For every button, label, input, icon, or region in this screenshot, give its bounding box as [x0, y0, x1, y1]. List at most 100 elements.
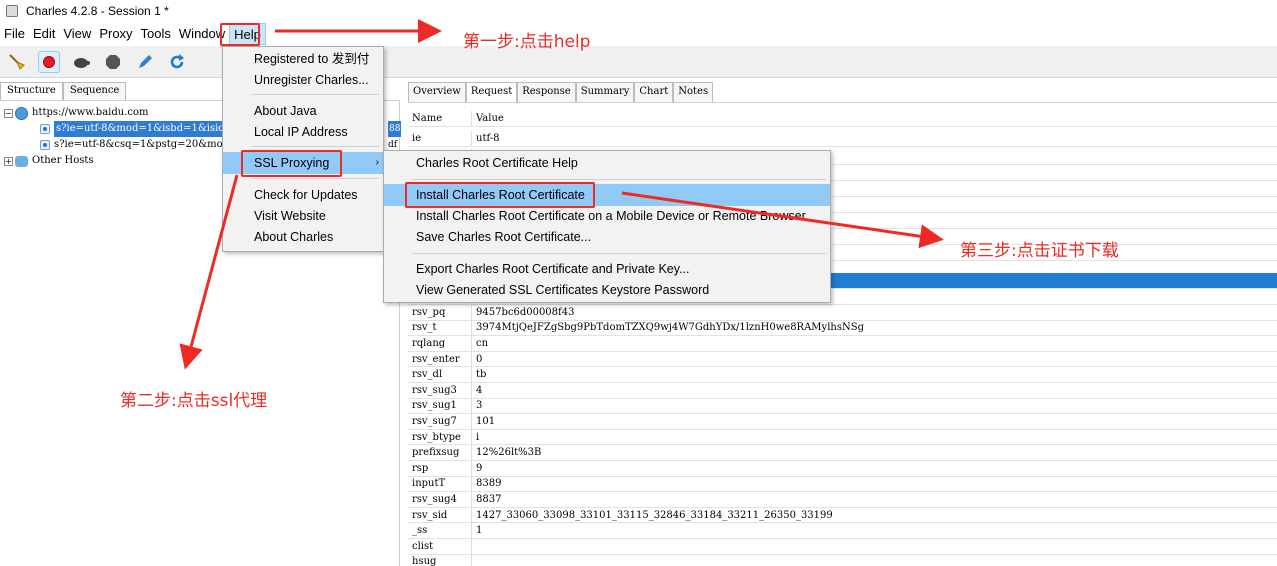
column-header-name[interactable]: Name: [408, 111, 472, 126]
tab-chart[interactable]: Chart: [634, 82, 674, 102]
request-label: s?ie=utf-8&csq=1&pstg=20&mod: [54, 139, 230, 150]
param-value: 101: [476, 415, 496, 427]
request-label: s?ie=utf-8&mod=1&isbd=1&isid: [54, 121, 227, 137]
pen-icon[interactable]: [134, 51, 156, 73]
stop-icon[interactable]: [102, 51, 124, 73]
title-bar: Charles 4.2.8 - Session 1 *: [0, 0, 1277, 22]
tree-host-row[interactable]: − https://www.baidu.com: [4, 105, 148, 121]
param-name: rsp: [408, 461, 472, 476]
menu-item-export-root-cert[interactable]: Export Charles Root Certificate and Priv…: [384, 258, 830, 280]
param-name: rsv_sid: [408, 507, 472, 523]
table-row[interactable]: hsug: [408, 554, 1277, 566]
table-row[interactable]: _ss 1: [408, 523, 1277, 539]
param-value: 8837: [476, 493, 502, 505]
param-value: i: [476, 431, 480, 443]
toolbar: [0, 46, 1277, 78]
tab-sequence[interactable]: Sequence: [62, 82, 127, 100]
param-name: rsv_t: [408, 320, 472, 336]
table-row[interactable]: rsv_t 3974MtjQeJFZgSbg9PbTdomTZXQ9wj4W7Gd…: [408, 320, 1277, 337]
table-row[interactable]: rsv_pq 9457bc6d00008f43: [408, 305, 1277, 321]
param-name: rsv_sug3: [408, 383, 472, 398]
right-tabs: Overview Request Response Summary Chart …: [408, 82, 1277, 102]
collapse-icon[interactable]: −: [4, 108, 13, 118]
param-value: 8389: [476, 478, 502, 490]
menu-item-view-keystore-password[interactable]: View Generated SSL Certificates Keystore…: [384, 279, 830, 301]
param-value: utf-8: [476, 132, 500, 144]
table-row[interactable]: rsp 9: [408, 461, 1277, 477]
menu-item-check-updates[interactable]: Check for Updates: [223, 184, 383, 206]
tree-other-hosts-row[interactable]: + Other Hosts: [4, 153, 94, 169]
menu-item-save-root-cert[interactable]: Save Charles Root Certificate...: [384, 226, 830, 248]
annotation-step3: 第三步:点击证书下载: [960, 241, 1119, 261]
table-row[interactable]: rsv_sug3 4: [408, 383, 1277, 399]
menu-view[interactable]: View: [59, 23, 95, 45]
column-header-value[interactable]: Value: [472, 113, 504, 124]
table-row[interactable]: rsv_btype i: [408, 429, 1277, 446]
menu-item-install-mobile-cert[interactable]: Install Charles Root Certificate on a Mo…: [384, 205, 830, 227]
refresh-icon[interactable]: [166, 51, 188, 73]
param-name: inputT: [408, 476, 472, 492]
annotation-box-install-cert: [405, 182, 595, 208]
table-row[interactable]: prefixsug 12%26lt%3B: [408, 445, 1277, 461]
tab-overview[interactable]: Overview: [408, 82, 466, 102]
menu-item-visit-website[interactable]: Visit Website: [223, 205, 383, 227]
help-menu: Registered to 发到付 Unregister Charles... …: [222, 46, 384, 252]
menu-separator: [251, 94, 379, 95]
table-row[interactable]: rqlang cn: [408, 336, 1277, 352]
table-row[interactable]: rsv_dl tb: [408, 367, 1277, 383]
param-name: prefixsug: [408, 445, 472, 460]
param-value: 0: [476, 353, 483, 365]
param-value: tb: [476, 369, 487, 381]
table-row[interactable]: rsv_sid 1427_33060_33098_33101_33115_3284…: [408, 507, 1277, 524]
menu-edit[interactable]: Edit: [29, 23, 59, 45]
param-value: 9457bc6d00008f43: [476, 306, 575, 318]
table-row[interactable]: ie utf-8: [408, 131, 1277, 147]
other-hosts-label: Other Hosts: [32, 155, 94, 166]
table-row[interactable]: rsv_sug4 8837: [408, 492, 1277, 508]
tab-structure[interactable]: Structure: [0, 82, 63, 100]
menu-tools[interactable]: Tools: [137, 23, 175, 45]
param-name: rsv_sug1: [408, 398, 472, 414]
param-value: cn: [476, 337, 489, 349]
menu-separator: [412, 179, 826, 180]
request-icon: [40, 140, 50, 150]
menu-file[interactable]: File: [0, 23, 29, 45]
menu-item-root-cert-help[interactable]: Charles Root Certificate Help: [384, 152, 830, 174]
tab-request[interactable]: Request: [465, 82, 518, 102]
host-label: https://www.baidu.com: [32, 107, 149, 118]
charles-app-icon: [6, 5, 18, 17]
menu-item-unregister[interactable]: Unregister Charles...: [223, 69, 383, 91]
table-row[interactable]: rsv_sug7 101: [408, 414, 1277, 430]
tab-response[interactable]: Response: [517, 82, 576, 102]
tab-summary[interactable]: Summary: [575, 82, 635, 102]
menu-item-about-charles[interactable]: About Charles: [223, 226, 383, 248]
tab-notes[interactable]: Notes: [673, 82, 714, 102]
turtle-icon[interactable]: [70, 51, 92, 73]
param-name: hsug: [408, 554, 472, 566]
tree-request-row[interactable]: s?ie=utf-8&mod=1&isbd=1&isid: [40, 121, 227, 137]
param-value: 9: [476, 462, 483, 474]
menu-proxy[interactable]: Proxy: [95, 23, 136, 45]
hosts-icon: [15, 155, 28, 167]
param-name: rqlang: [408, 336, 472, 351]
param-value: 12%26lt%3B: [476, 447, 542, 459]
annotation-step1: 第一步:点击help: [463, 32, 591, 52]
record-icon[interactable]: [38, 50, 60, 73]
menu-separator: [251, 178, 379, 179]
table-row[interactable]: clist: [408, 539, 1277, 555]
menu-item-registered[interactable]: Registered to 发到付: [223, 48, 383, 70]
globe-icon: [15, 106, 28, 120]
table-row[interactable]: inputT 8389: [408, 476, 1277, 493]
param-name: rsv_sug4: [408, 492, 472, 507]
param-name: rsv_sug7: [408, 414, 472, 429]
tree-request-row[interactable]: s?ie=utf-8&csq=1&pstg=20&mod: [40, 137, 229, 153]
menu-item-local-ip[interactable]: Local IP Address: [223, 121, 383, 143]
expand-icon[interactable]: +: [4, 156, 13, 166]
param-name: clist: [408, 539, 472, 554]
table-row[interactable]: rsv_sug1 3: [408, 398, 1277, 415]
menu-item-about-java[interactable]: About Java: [223, 100, 383, 122]
table-row[interactable]: rsv_enter 0: [408, 351, 1277, 368]
broom-icon[interactable]: [6, 51, 28, 73]
submenu-arrow-icon: ›: [375, 157, 379, 168]
param-value: 4: [476, 384, 483, 396]
